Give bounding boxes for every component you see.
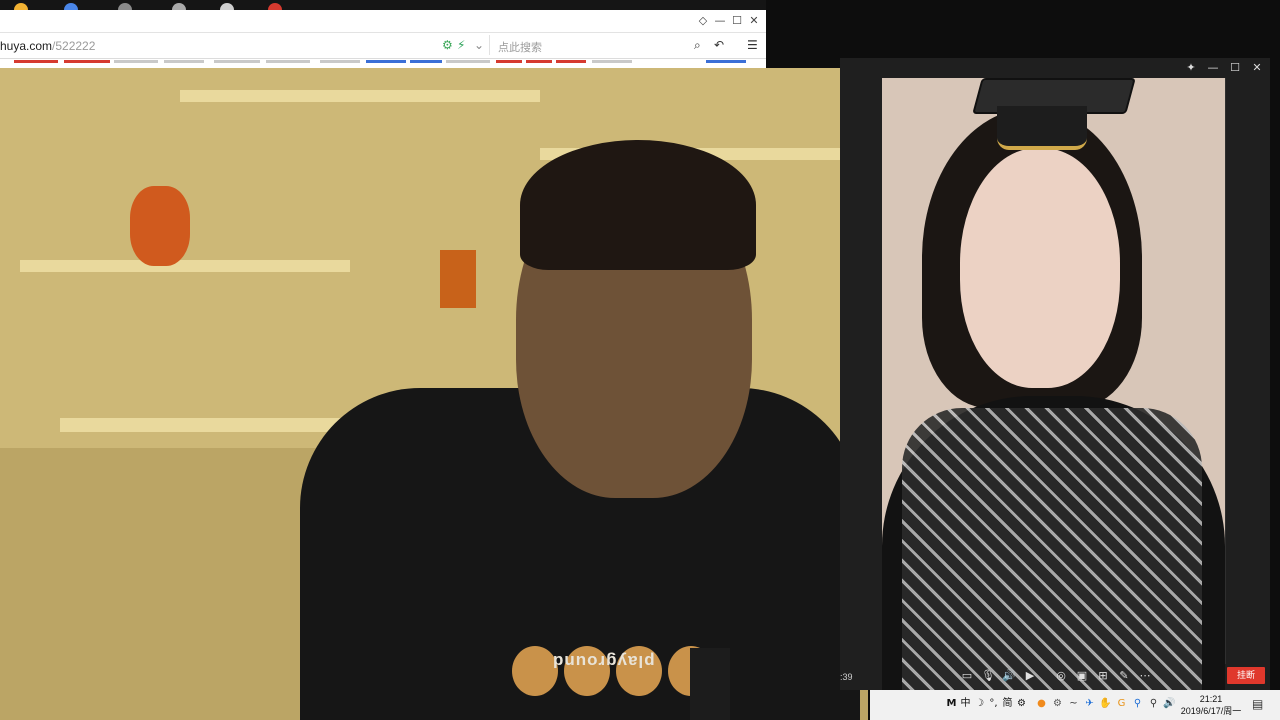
skin-icon[interactable]: ◇ [694,12,712,30]
minimize-button[interactable]: — [1204,59,1222,77]
shirt-logo-text: playground [552,652,655,671]
maximize-button[interactable]: ☐ [728,12,746,30]
app-tray-icon[interactable]: ● [1035,697,1048,710]
more-icon[interactable]: ⋯ [1136,667,1154,685]
tab-icon[interactable] [118,3,132,10]
remote-face [960,148,1120,388]
moon-icon[interactable]: ☽ [973,697,986,710]
host-camera-feed: playground [0,68,868,720]
call-controls: ▭ 🎙 🔊 ▶ ◎ ▣ ⊞ ✎ ⋯ [958,667,1158,685]
microphone-icon[interactable]: 🎙 [979,667,997,685]
app-tray-icon[interactable]: ✋ [1099,697,1112,710]
screenshot-icon[interactable]: ◎ [1052,667,1070,685]
bookmark-item[interactable] [214,60,260,68]
bookmarks-bar [0,59,766,68]
cap-band [997,106,1087,150]
hangup-button[interactable]: 挂断 [1227,667,1265,684]
app-tray-icon[interactable]: G [1115,697,1128,710]
bookmark-item[interactable] [446,60,490,68]
camera-icon[interactable]: ▶ [1021,667,1039,685]
notification-icon[interactable]: ▤ [1252,697,1268,711]
call-timer: :39 [840,672,853,682]
layout-icon[interactable]: ⊞ [1094,667,1112,685]
stool [690,648,730,720]
bookmark-item[interactable] [64,60,110,68]
shelf-board [180,90,540,102]
bolt-icon[interactable]: ⚡ [457,38,465,52]
url-path: /522222 [52,39,96,53]
ime-m-icon[interactable]: M [945,697,958,710]
tab-icon[interactable] [14,3,28,10]
ime-chinese-icon[interactable]: 中 [959,697,972,710]
video-call-window: ✦ — ☐ ✕ :39 ▭ 🎙 🔊 ▶ ◎ ▣ ⊞ ✎ ⋯ 挂断 [840,58,1270,690]
edit-icon[interactable]: ✎ [1115,667,1133,685]
bookmark-item[interactable] [706,60,746,68]
punctuation-icon[interactable]: °, [987,697,1000,710]
graduation-cap-sticker [972,78,1136,150]
system-clock[interactable]: 21:21 2019/6/17/周一 [1178,693,1244,717]
app-tray-icon[interactable]: ⚙ [1051,697,1064,710]
snack-bag [440,250,476,308]
bookmark-item[interactable] [526,60,552,68]
tab-icon[interactable] [172,3,186,10]
volume-icon[interactable]: 🔊 [1163,697,1176,710]
toy-figure [130,186,190,266]
tab-icon[interactable] [64,3,78,10]
bookmark-item[interactable] [164,60,204,68]
shelf-board [20,260,350,272]
bookmark-item[interactable] [14,60,58,68]
chat-icon[interactable]: ▭ [958,667,976,685]
bookmark-item[interactable] [592,60,632,68]
host-hair [520,140,756,270]
bookmark-item[interactable] [320,60,360,68]
bookmark-item[interactable] [556,60,586,68]
bookmark-item[interactable] [114,60,158,68]
gear-icon[interactable]: ⚙ [442,38,453,52]
bookmark-item[interactable] [410,60,442,68]
menu-icon[interactable]: ☰ [747,38,758,52]
record-icon[interactable]: ▣ [1073,667,1091,685]
app-tray-icon[interactable]: ⚲ [1131,697,1144,710]
close-button[interactable]: ✕ [745,12,763,30]
app-tray-icon[interactable]: ✈ [1083,697,1096,710]
search-box[interactable]: 点此搜索 [489,35,712,55]
undo-icon[interactable]: ↶ [714,38,724,52]
bookmark-item[interactable] [266,60,310,68]
maximize-button[interactable]: ☐ [1226,59,1244,77]
bookmark-item[interactable] [366,60,406,68]
remote-camera-feed [882,78,1225,690]
clock-time: 21:21 [1199,694,1223,704]
url-field[interactable]: huya.com/522222 [0,39,95,53]
bookmark-item[interactable] [496,60,522,68]
speaker-icon[interactable]: 🔊 [1000,667,1018,685]
settings-icon[interactable]: ⚙ [1015,697,1028,710]
browser-titlebar: ◇ — ☐ ✕ [0,10,766,33]
remote-dress [902,408,1202,690]
taskbar: M 中 ☽ °, 简 ⚙ ● ⚙ ~ ✈ ✋ G ⚲ ⚲ ◻ 🔊 21:21 2… [870,690,1280,720]
call-titlebar: ✦ — ☐ ✕ [840,58,1270,78]
close-button[interactable]: ✕ [1248,59,1266,77]
search-input[interactable]: 点此搜索 [498,39,542,55]
url-host: huya.com [0,39,53,53]
clock-date: 2019/6/17/周一 [1180,706,1242,716]
tab-icon[interactable] [220,3,234,10]
address-bar: huya.com/522222 ⚙ ⚡ ⌄ 点此搜索 ⌕ ↶ ☰ [0,33,766,59]
app-tray-icon[interactable]: ~ [1067,697,1080,710]
browser-tab-strip [0,0,766,10]
call-side-panel [1225,78,1270,664]
minimize-button[interactable]: — [711,12,729,30]
simplified-icon[interactable]: 简 [1001,697,1014,710]
tab-icon[interactable] [268,3,282,10]
side-divider [1225,78,1226,664]
network-icon[interactable]: ⚲ [1147,697,1160,710]
pin-icon[interactable]: ✦ [1182,59,1200,77]
search-icon[interactable]: ⌕ [694,38,701,53]
dropdown-icon[interactable]: ⌄ [474,38,484,52]
